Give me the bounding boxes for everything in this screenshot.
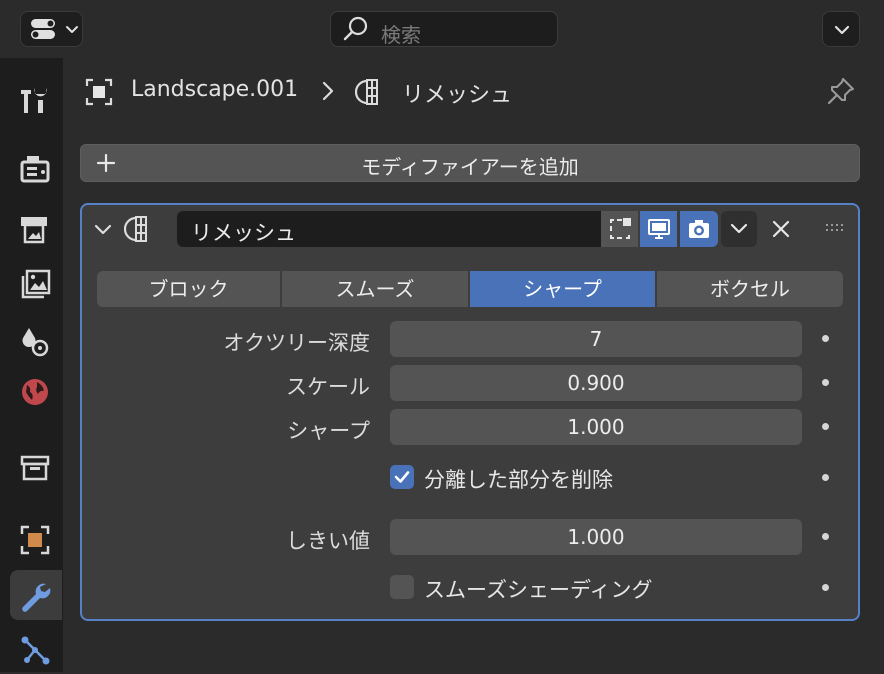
monitor-icon: [648, 219, 670, 239]
keyframe-dot-icon[interactable]: [822, 474, 829, 481]
object-icon: [85, 78, 113, 106]
tab-scene[interactable]: [10, 314, 62, 364]
tab-modifiers[interactable]: [10, 570, 62, 620]
wrench-icon: [22, 583, 51, 612]
chevron-down-icon[interactable]: [92, 220, 114, 240]
scene-icon: [22, 328, 49, 357]
editor-type-button[interactable]: [20, 11, 83, 47]
keyframe-dot-icon[interactable]: [822, 335, 829, 342]
output-icon: [21, 217, 47, 244]
octree-depth-label: オクツリー深度: [223, 331, 370, 355]
view-layer-icon: [21, 269, 51, 299]
edit-mode-icon: [610, 218, 631, 239]
smooth-shading-checkbox[interactable]: [390, 575, 414, 599]
octree-depth-field[interactable]: 7: [390, 321, 802, 357]
sharpness-label: シャープ: [287, 419, 370, 443]
remesh-modifier-icon: [355, 79, 378, 105]
keyframe-dot-icon[interactable]: [822, 379, 829, 386]
render-toggle[interactable]: [680, 211, 718, 247]
modifier-extras-dropdown[interactable]: [721, 211, 757, 247]
tab-view-layer[interactable]: [10, 258, 62, 308]
collection-icon: [20, 455, 50, 481]
breadcrumb-object: Landscape.001: [131, 77, 299, 102]
camera-icon: [689, 220, 709, 238]
smooth-shading-label: スムーズシェーディング: [424, 578, 653, 602]
tab-tool[interactable]: [10, 74, 62, 124]
particles-icon: [21, 636, 50, 665]
chevron-right-icon: [322, 81, 334, 101]
keyframe-dot-icon[interactable]: [822, 584, 829, 591]
world-icon: [22, 379, 48, 405]
close-icon[interactable]: [768, 216, 794, 242]
object-icon: [20, 525, 50, 555]
mode-blocks[interactable]: ブロック: [97, 271, 280, 307]
mode-smooth[interactable]: スムーズ: [282, 271, 468, 307]
properties-editor-icon: [31, 19, 55, 39]
tab-render[interactable]: [10, 142, 62, 192]
mode-sharp[interactable]: シャープ: [470, 271, 655, 307]
search-icon: [343, 16, 368, 41]
scale-field[interactable]: 0.900: [390, 365, 802, 401]
chevron-down-icon: [66, 26, 78, 33]
keyframe-dot-icon[interactable]: [822, 533, 829, 540]
remove-disconnected-checkbox[interactable]: [390, 465, 414, 489]
search-placeholder: 検索: [381, 23, 421, 47]
viewport-toggle[interactable]: [640, 211, 678, 247]
modifier-name-value: リメッシュ: [191, 221, 296, 245]
threshold-field[interactable]: 1.000: [390, 519, 802, 555]
drag-handle-icon[interactable]: [824, 222, 848, 234]
render-icon: [20, 156, 50, 183]
add-modifier-label: モディファイアーを追加: [361, 155, 579, 179]
options-menu-button[interactable]: [822, 11, 860, 47]
remesh-modifier-icon: [124, 216, 147, 242]
tab-world[interactable]: [10, 366, 62, 416]
remesh-mode-selector: ブロック スムーズ シャープ ボクセル: [97, 271, 843, 307]
chevron-down-icon: [730, 223, 748, 234]
chevron-down-icon: [834, 25, 850, 35]
tab-object[interactable]: [10, 514, 62, 564]
tool-icon: [21, 88, 47, 113]
remove-disconnected-label: 分離した部分を削除: [424, 468, 613, 492]
sharpness-field[interactable]: 1.000: [390, 409, 802, 445]
threshold-label: しきい値: [286, 529, 370, 553]
tab-particles[interactable]: [10, 624, 62, 674]
modifier-name-field[interactable]: リメッシュ: [177, 211, 602, 247]
tab-collection[interactable]: [10, 442, 62, 492]
mode-voxel[interactable]: ボクセル: [657, 271, 843, 307]
checkmark-icon: [394, 471, 410, 483]
scale-label: スケール: [286, 375, 370, 399]
pin-icon[interactable]: [826, 76, 856, 106]
add-modifier-button[interactable]: モディファイアーを追加: [80, 144, 860, 182]
breadcrumb-modifier: リメッシュ: [402, 83, 513, 108]
keyframe-dot-icon[interactable]: [822, 423, 829, 430]
properties-tab-bar: [0, 58, 63, 672]
tab-output[interactable]: [10, 202, 62, 252]
search-input[interactable]: 検索: [330, 11, 558, 47]
edit-mode-toggle[interactable]: [601, 211, 639, 247]
top-bar: 検索: [0, 0, 884, 58]
